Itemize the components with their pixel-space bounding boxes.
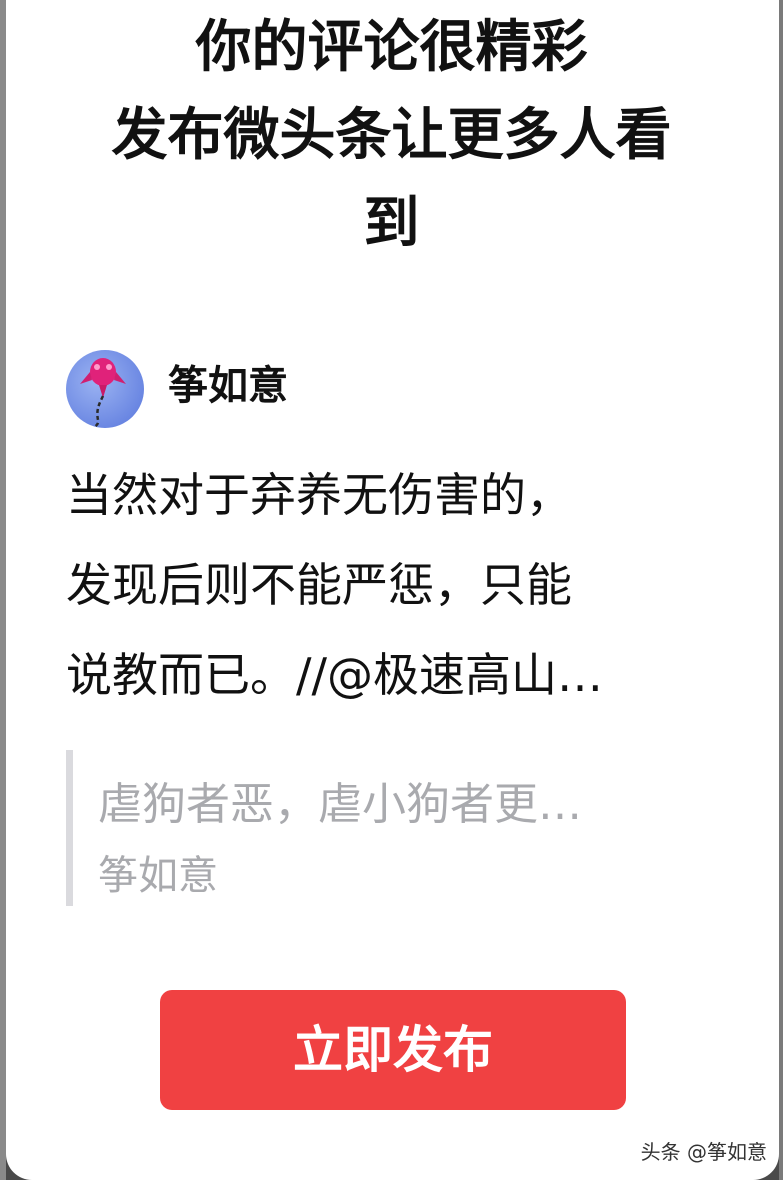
- quoted-text: 虐狗者恶，虐小狗者更…: [98, 779, 582, 830]
- comment-line: 当然对于弃养无伤害的，: [66, 468, 572, 522]
- comment-line: 发现后则不能严惩，只能: [66, 558, 572, 612]
- dialog-title: 你的评论很精彩 发布微头条让更多人看 到: [0, 4, 783, 268]
- avatar: [66, 350, 144, 428]
- title-line: 发布微头条让更多人看: [111, 103, 672, 168]
- pink-kite-avatar-icon: [66, 350, 144, 428]
- watermark: 头条 @筝如意: [640, 1140, 767, 1164]
- comment-line: 说教而已。//@极速高山…: [66, 648, 603, 702]
- title-line: 到: [363, 191, 420, 256]
- publish-button[interactable]: 立即发布: [160, 990, 626, 1110]
- quote-bar: [66, 750, 73, 906]
- quoted-author: 筝如意: [98, 853, 218, 899]
- title-line: 你的评论很精彩: [195, 15, 588, 80]
- author-name: 筝如意: [168, 363, 288, 409]
- comment-text: 当然对于弃养无伤害的， 发现后则不能严惩，只能 说教而已。//@极速高山…: [66, 450, 726, 720]
